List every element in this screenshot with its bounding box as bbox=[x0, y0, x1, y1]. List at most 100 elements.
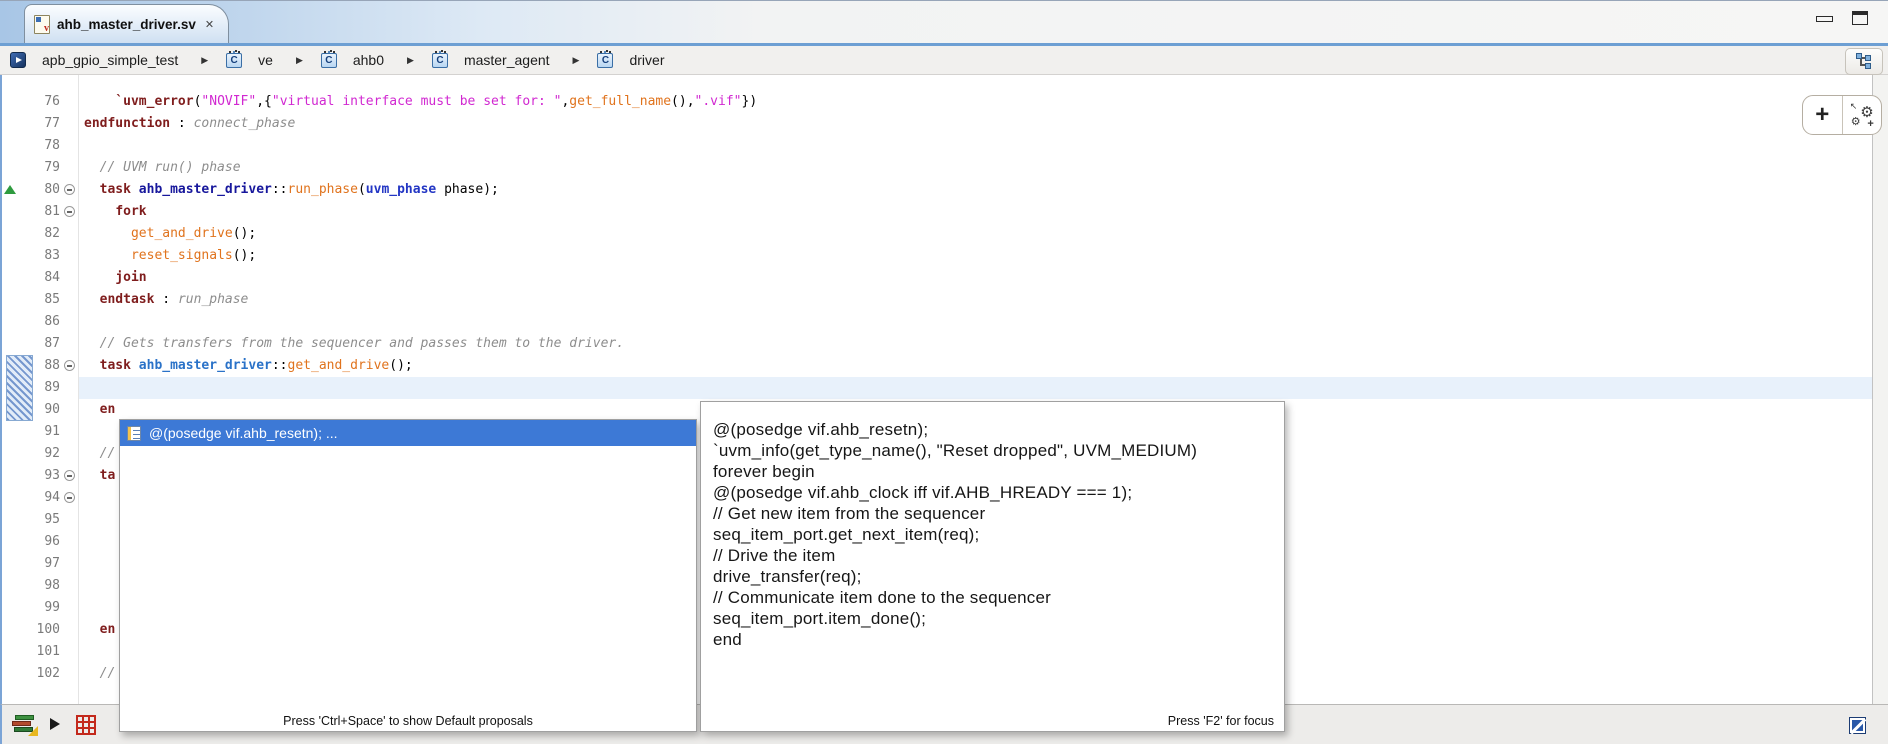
line-number: 93 bbox=[16, 465, 60, 487]
line-number: 86 bbox=[16, 311, 60, 333]
preview-code-line: // Get new item from the sequencer bbox=[713, 503, 1274, 524]
line-number: 95 bbox=[16, 509, 60, 531]
overview-ruler[interactable] bbox=[1872, 75, 1888, 704]
line-number: 96 bbox=[16, 531, 60, 553]
code-line-85: endtask : run_phase bbox=[84, 289, 248, 311]
preview-code-line: drive_transfer(req); bbox=[713, 566, 1274, 587]
breadcrumb-arrow-icon: ▶ bbox=[296, 55, 303, 66]
breadcrumb-item-apb_gpio_simple_test[interactable]: apb_gpio_simple_test bbox=[42, 52, 178, 68]
fold-collapse-icon[interactable] bbox=[64, 206, 75, 217]
breadcrumb-arrow-icon: ▶ bbox=[573, 55, 580, 66]
line-number: 84 bbox=[16, 267, 60, 289]
current-line-highlight bbox=[79, 377, 1872, 399]
tab-title: ahb_master_driver.sv bbox=[57, 17, 196, 32]
code-line-79: // UVM run() phase bbox=[84, 157, 241, 179]
breadcrumb-item-ahb0[interactable]: ahb0 bbox=[353, 52, 384, 68]
class-icon: C bbox=[597, 53, 613, 68]
line-number: 76 bbox=[16, 91, 60, 113]
breadcrumb-item-driver[interactable]: driver bbox=[629, 52, 664, 68]
class-icon: C bbox=[226, 53, 242, 68]
library-console-icon[interactable] bbox=[12, 715, 38, 736]
proposal-item-selected[interactable]: @(posedge vif.ahb_resetn); ... bbox=[120, 420, 696, 446]
line-number: 88 bbox=[16, 355, 60, 377]
ide-window: v ahb_master_driver.sv ✕ apb_gpio_simple… bbox=[0, 0, 1888, 744]
tab-ahb-master-driver[interactable]: v ahb_master_driver.sv ✕ bbox=[24, 4, 229, 43]
minimize-view-button[interactable] bbox=[1816, 16, 1833, 22]
line-number: 79 bbox=[16, 157, 60, 179]
module-icon bbox=[10, 52, 26, 68]
template-icon bbox=[127, 426, 141, 441]
fold-collapse-icon[interactable] bbox=[64, 184, 75, 195]
tab-close-icon[interactable]: ✕ bbox=[203, 17, 216, 32]
preview-code-line: end bbox=[713, 629, 1274, 650]
code-line-82: get_and_drive(); bbox=[84, 223, 256, 245]
fold-collapse-icon[interactable] bbox=[64, 492, 75, 503]
code-line-93: ta bbox=[84, 465, 115, 487]
proposal-preview-code: @(posedge vif.ahb_resetn);`uvm_info(get_… bbox=[713, 419, 1274, 650]
line-number: 80 bbox=[16, 179, 60, 201]
line-number: 89 bbox=[16, 377, 60, 399]
preview-code-line: seq_item_port.item_done(); bbox=[713, 608, 1274, 629]
line-number: 81 bbox=[16, 201, 60, 223]
editor-tab-bar: v ahb_master_driver.sv ✕ bbox=[0, 1, 1888, 43]
line-number: 90 bbox=[16, 399, 60, 421]
breadcrumb-arrow-icon: ▶ bbox=[201, 55, 208, 66]
proposal-preview-popup: @(posedge vif.ahb_resetn);`uvm_info(get_… bbox=[700, 401, 1285, 732]
code-line-102: // bbox=[84, 663, 115, 685]
preview-code-line: `uvm_info(get_type_name(), "Reset droppe… bbox=[713, 440, 1274, 461]
line-number: 85 bbox=[16, 289, 60, 311]
code-line-87: // Gets transfers from the sequencer and… bbox=[84, 333, 624, 355]
breadcrumb-item-master_agent[interactable]: master_agent bbox=[464, 52, 550, 68]
maximize-view-button[interactable] bbox=[1852, 11, 1868, 25]
breadcrumb-items: apb_gpio_simple_test ▶ Cve ▶ Cahb0 ▶ Cmaster_a… bbox=[10, 52, 669, 68]
code-line-100: en bbox=[84, 619, 115, 641]
add-button[interactable]: + bbox=[1803, 96, 1842, 134]
code-line-83: reset_signals(); bbox=[84, 245, 256, 267]
line-number: 94 bbox=[16, 487, 60, 509]
hierarchy-icon bbox=[1856, 53, 1872, 69]
line-number: 98 bbox=[16, 575, 60, 597]
code-line-76: `uvm_error("NOVIF",{"virtual interface m… bbox=[84, 91, 757, 113]
class-icon: C bbox=[432, 53, 448, 68]
breadcrumb: apb_gpio_simple_test ▶ Cve ▶ Cahb0 ▶ Cmaster_a… bbox=[0, 46, 1888, 75]
systemverilog-file-icon: v bbox=[34, 15, 50, 34]
line-number: 102 bbox=[16, 663, 60, 685]
preview-code-line: // Drive the item bbox=[713, 545, 1274, 566]
breadcrumb-item-ve[interactable]: ve bbox=[258, 52, 273, 68]
occurrence-arrow-icon bbox=[4, 185, 16, 194]
assist-footer-hint: Press 'Ctrl+Space' to show Default propo… bbox=[120, 714, 696, 728]
line-number: 92 bbox=[16, 443, 60, 465]
grid-table-icon[interactable] bbox=[76, 715, 96, 735]
line-number: 77 bbox=[16, 113, 60, 135]
preview-code-line: seq_item_port.get_next_item(req); bbox=[713, 524, 1274, 545]
line-number: 101 bbox=[16, 641, 60, 663]
line-number: 100 bbox=[16, 619, 60, 641]
line-number: 91 bbox=[16, 421, 60, 443]
code-line-81: fork bbox=[84, 201, 147, 223]
preview-code-line: // Communicate item done to the sequence… bbox=[713, 587, 1274, 608]
code-line-80: task ahb_master_driver::run_phase(uvm_ph… bbox=[84, 179, 499, 201]
fold-collapse-icon[interactable] bbox=[64, 470, 75, 481]
fold-collapse-icon[interactable] bbox=[64, 360, 75, 371]
settings-generate-button[interactable]: ⚙ ⚙ ↖ + bbox=[1842, 96, 1882, 134]
code-line-92: // bbox=[84, 443, 115, 465]
smart-insert-mode-icon[interactable] bbox=[1849, 717, 1866, 734]
line-number: 99 bbox=[16, 597, 60, 619]
run-icon[interactable] bbox=[50, 718, 60, 730]
line-number: 83 bbox=[16, 245, 60, 267]
preview-footer-hint: Press 'F2' for focus bbox=[701, 714, 1284, 728]
code-line-77: endfunction : connect_phase bbox=[84, 113, 295, 135]
line-number: 78 bbox=[16, 135, 60, 157]
proposal-label: @(posedge vif.ahb_resetn); ... bbox=[149, 425, 338, 441]
preview-code-line: @(posedge vif.ahb_resetn); bbox=[713, 419, 1274, 440]
preview-code-line: forever begin bbox=[713, 461, 1274, 482]
code-line-88: task ahb_master_driver::get_and_drive(); bbox=[84, 355, 413, 377]
show-hierarchy-button[interactable] bbox=[1845, 48, 1883, 75]
code-line-84: join bbox=[84, 267, 147, 289]
line-number: 82 bbox=[16, 223, 60, 245]
line-number: 87 bbox=[16, 333, 60, 355]
gears-icon: ⚙ ⚙ ↖ + bbox=[1849, 102, 1875, 128]
gutter-separator bbox=[78, 75, 79, 704]
code-line-90: en bbox=[84, 399, 115, 421]
line-number: 97 bbox=[16, 553, 60, 575]
